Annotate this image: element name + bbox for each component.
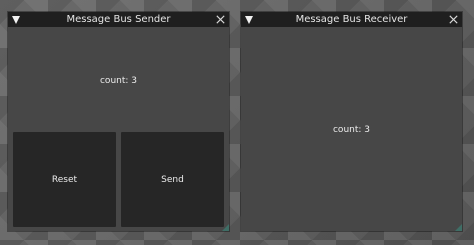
- sender-count-label: count: 3: [99, 76, 137, 86]
- resize-grip-icon[interactable]: [455, 224, 462, 231]
- receiver-window-title: Message Bus Receiver: [295, 14, 408, 25]
- close-icon[interactable]: [449, 15, 458, 24]
- sender-titlebar[interactable]: Message Bus Sender: [8, 12, 229, 27]
- message-bus-receiver-window: Message Bus Receiver count: 3: [241, 12, 462, 231]
- receiver-titlebar[interactable]: Message Bus Receiver: [241, 12, 462, 27]
- close-icon[interactable]: [216, 15, 225, 24]
- sender-window-title: Message Bus Sender: [66, 14, 171, 25]
- receiver-count-label: count: 3: [332, 125, 370, 135]
- message-bus-sender-window: Message Bus Sender count: 3 Reset Send: [8, 12, 229, 231]
- reset-button[interactable]: Reset: [13, 132, 116, 227]
- resize-grip-icon[interactable]: [222, 224, 229, 231]
- send-button[interactable]: Send: [121, 132, 224, 227]
